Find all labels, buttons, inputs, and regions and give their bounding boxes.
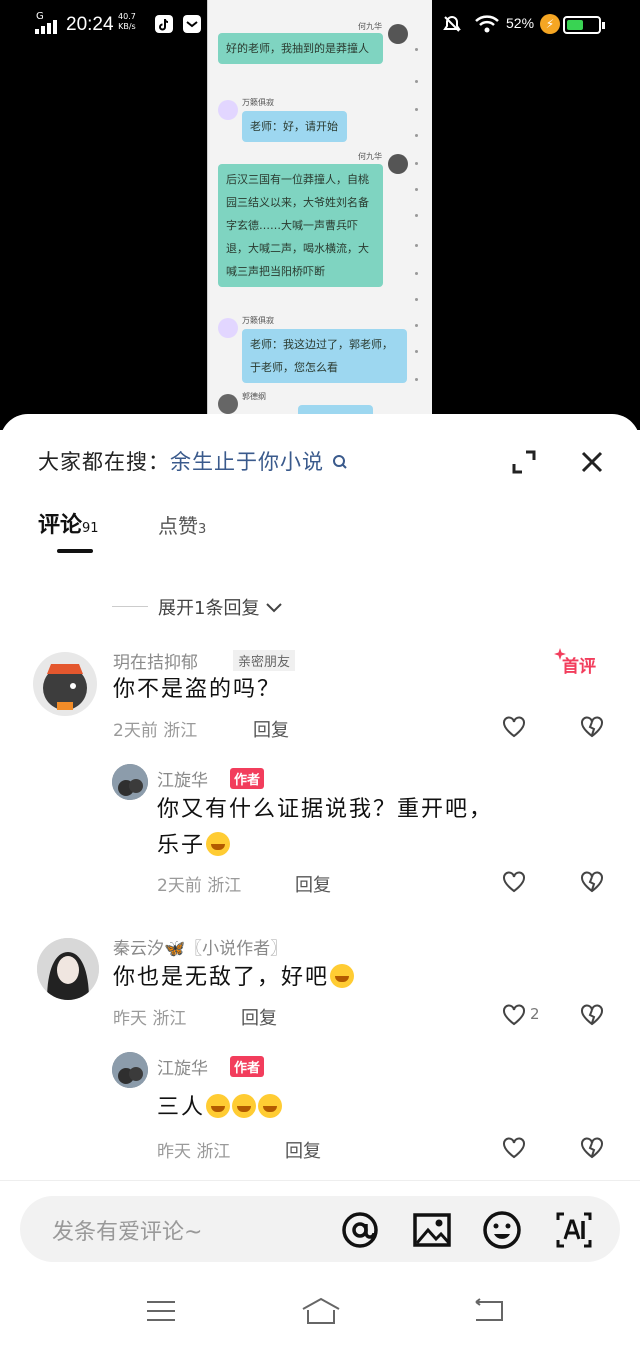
sparkle-icon	[554, 648, 566, 660]
chat-bubble: 老师：好，请开始	[242, 111, 347, 142]
dislike-icon[interactable]	[579, 1003, 605, 1027]
chat-screenshot: 何九华 好的老师，我抽到的是莽撞人 万籁俱寂 老师：好，请开始 何九华 后汉三国…	[208, 0, 432, 430]
reply-button[interactable]: 回复	[253, 716, 289, 742]
laughing-tears-emoji-icon	[206, 1094, 231, 1118]
chat-avatar	[388, 24, 408, 44]
reply-button[interactable]: 回复	[295, 871, 331, 897]
image-icon[interactable]	[412, 1210, 452, 1250]
comment-author[interactable]: 江旋华	[157, 1054, 208, 1079]
home-nav-icon[interactable]	[300, 1296, 342, 1326]
heart-icon[interactable]	[501, 870, 527, 894]
trending-search[interactable]: 大家都在搜：余生止于你小说	[38, 446, 348, 476]
comment-text: 三人	[157, 1090, 283, 1126]
chat-sender: 何九华	[358, 22, 382, 31]
comment-meta: 昨天 浙江	[113, 1009, 187, 1029]
avatar[interactable]	[33, 652, 97, 716]
search-keyword[interactable]: 余生止于你小说	[170, 450, 324, 474]
battery-icon	[563, 16, 605, 34]
comment-text-line2: 乐子	[157, 828, 231, 864]
comment-text: 你又有什么证据说我？重开吧，	[157, 797, 494, 822]
laughing-tears-emoji-icon	[206, 832, 231, 856]
search-prefix: 大家都在搜：	[38, 450, 170, 474]
tiktok-icon	[155, 15, 173, 33]
author-badge: 作者	[230, 768, 265, 789]
chat-avatar	[218, 100, 238, 120]
heart-icon[interactable]	[501, 1003, 527, 1027]
comment-text: 你也是无敌了，好吧	[113, 960, 355, 996]
tab-indicator	[57, 549, 93, 553]
comment-author[interactable]: 玥在拮抑郁	[113, 648, 198, 673]
like-count: 2	[530, 1005, 540, 1023]
video-preview-area[interactable]: G 20:24 40.7 KB/s 52% ⚡ 何九华 好的老师，我抽到的是莽撞…	[0, 0, 640, 430]
author-badge: 作者	[230, 1056, 265, 1077]
photo-avatar-icon	[112, 1052, 148, 1088]
charging-icon: ⚡	[540, 14, 560, 34]
chat-bubble: 老师：我这边过了，郭老师，于老师，您怎么看	[242, 329, 407, 383]
ai-icon[interactable]	[554, 1210, 594, 1250]
photo-avatar-icon	[112, 764, 148, 800]
back-nav-icon[interactable]	[470, 1296, 506, 1326]
smiling-hearts-emoji-icon	[330, 964, 355, 988]
battery-percent: 52%	[506, 15, 535, 31]
tab-likes[interactable]: 点赞3	[158, 510, 206, 539]
message-icon	[183, 15, 201, 33]
chat-avatar	[218, 394, 238, 414]
cartoon-avatar-icon	[43, 664, 87, 710]
divider	[112, 606, 148, 607]
comment-author[interactable]: 江旋华	[157, 766, 208, 791]
chat-bubble: 后汉三国有一位莽撞人，自桃园三结义以来，大爷姓刘名备字玄德……大喊一声曹兵吓退，…	[218, 164, 383, 287]
mention-icon[interactable]	[340, 1210, 380, 1250]
reply-button[interactable]: 回复	[241, 1004, 277, 1030]
laughing-tears-emoji-icon	[232, 1094, 257, 1118]
divider	[0, 1180, 640, 1181]
close-icon[interactable]	[580, 450, 604, 474]
chat-sender: 何九华	[358, 152, 382, 161]
search-icon	[332, 455, 347, 469]
mute-icon	[443, 15, 461, 32]
dislike-icon[interactable]	[579, 1136, 605, 1160]
chat-sender: 万籁俱寂	[242, 316, 274, 325]
chat-avatar	[388, 154, 408, 174]
comment-author[interactable]: 秦云汐🦋〖小说作者〗	[113, 934, 287, 959]
expand-icon[interactable]	[511, 449, 537, 475]
comment-meta: 2天前 浙江	[157, 876, 242, 896]
scroll-dots	[415, 0, 418, 430]
comment-meta: 昨天 浙江	[157, 1142, 231, 1162]
wifi-icon	[475, 15, 499, 33]
reply-button[interactable]: 回复	[285, 1137, 321, 1163]
heart-icon[interactable]	[501, 715, 527, 739]
signal-icon	[35, 20, 57, 34]
comment-input-bar[interactable]: 发条有爱评论~	[20, 1196, 620, 1262]
laughing-tears-emoji-icon	[258, 1094, 283, 1118]
emoji-icon[interactable]	[482, 1210, 522, 1250]
avatar[interactable]	[37, 938, 99, 1000]
chevron-down-icon	[266, 603, 282, 613]
status-time: 20:24	[66, 14, 114, 35]
first-comment-badge: 首评	[554, 648, 596, 677]
net-speed: 40.7 KB/s	[118, 12, 136, 31]
dislike-icon[interactable]	[579, 870, 605, 894]
dislike-icon[interactable]	[579, 715, 605, 739]
menu-nav-icon[interactable]	[143, 1296, 179, 1326]
comment-input[interactable]: 发条有爱评论~	[52, 1214, 202, 1246]
expand-replies-button[interactable]: 展开1条回复	[158, 594, 283, 620]
chat-sender: 郭德纲	[242, 392, 266, 401]
tab-comments[interactable]: 评论91	[38, 507, 99, 539]
friend-tag: 亲密朋友	[233, 650, 296, 671]
avatar[interactable]	[112, 764, 148, 800]
chat-avatar	[218, 318, 238, 338]
comment-text: 你不是盗的吗？	[113, 677, 282, 702]
chat-sender: 万籁俱寂	[242, 98, 274, 107]
comment-meta: 2天前 浙江	[113, 721, 198, 741]
avatar[interactable]	[112, 1052, 148, 1088]
chat-bubble: 好的老师，我抽到的是莽撞人	[218, 33, 383, 64]
portrait-avatar-icon	[37, 938, 99, 1000]
heart-icon[interactable]	[501, 1136, 527, 1160]
